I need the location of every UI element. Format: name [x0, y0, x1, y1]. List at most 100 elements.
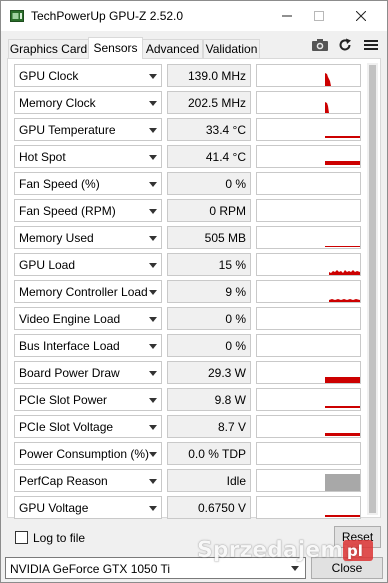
sensor-name-dropdown[interactable]: Fan Speed (RPM): [14, 199, 162, 222]
log-to-file-label: Log to file: [33, 531, 86, 545]
log-to-file-checkbox[interactable]: [15, 531, 28, 544]
sensor-name: Memory Clock: [19, 96, 96, 110]
graph-memused-line: [325, 246, 360, 247]
gpu-z-app-icon: [10, 10, 24, 22]
sensor-value-box: 9 %: [167, 280, 251, 303]
graph-clock-spike: [325, 73, 331, 86]
chevron-down-icon: [149, 452, 157, 457]
sensor-name: Bus Interface Load: [19, 339, 120, 353]
sensor-value: 9 %: [225, 285, 246, 299]
sensor-name-dropdown[interactable]: PCIe Slot Voltage: [14, 415, 162, 438]
sensor-name-dropdown[interactable]: Memory Clock: [14, 91, 162, 114]
sensor-name-dropdown[interactable]: Hot Spot: [14, 145, 162, 168]
sensor-row: Hot Spot 41.4 °C: [14, 145, 361, 169]
sensor-row: Fan Speed (%) 0 %: [14, 172, 361, 196]
screenshot-button[interactable]: [310, 36, 330, 54]
sensor-row: Memory Used 505 MB: [14, 226, 361, 250]
sensor-graph-svg: [325, 377, 360, 383]
sensor-value: 15 %: [218, 258, 246, 272]
chevron-down-icon: [149, 398, 157, 403]
sensor-graph: [256, 145, 361, 168]
sensor-name-dropdown[interactable]: GPU Clock: [14, 64, 162, 87]
sensor-value-box: 15 %: [167, 253, 251, 276]
graph-slotvolt-line: [325, 433, 360, 436]
sensor-value: 33.4 °C: [205, 123, 246, 137]
sensor-graph-svg: [329, 270, 360, 275]
sensor-value-box: 139.0 MHz: [167, 64, 251, 87]
sensor-name-dropdown[interactable]: GPU Temperature: [14, 118, 162, 141]
sensor-row: GPU Temperature 33.4 °C: [14, 118, 361, 142]
tab-advanced[interactable]: Advanced: [142, 39, 203, 58]
sensor-graph-svg: [325, 136, 360, 138]
sensor-graph: [256, 64, 361, 87]
sensor-name-dropdown[interactable]: PCIe Slot Power: [14, 388, 162, 411]
tab-graphics-card[interactable]: Graphics Card: [8, 39, 89, 58]
tab-sensors[interactable]: Sensors: [88, 37, 143, 59]
sensor-value: 29.3 W: [207, 366, 246, 380]
refresh-button[interactable]: [335, 36, 355, 54]
reset-button[interactable]: Reset: [334, 526, 381, 548]
sensor-graph-svg: [325, 433, 360, 436]
sensor-name-dropdown[interactable]: PerfCap Reason: [14, 469, 162, 492]
maximize-button[interactable]: [299, 1, 339, 31]
sensor-name-dropdown[interactable]: Video Engine Load: [14, 307, 162, 330]
sensor-graph: [256, 388, 361, 411]
sensor-name: Video Engine Load: [19, 312, 121, 326]
sensor-graph-svg: [257, 200, 360, 221]
gpu-selector-value: NVIDIA GeForce GTX 1050 Ti: [10, 562, 171, 576]
sensor-value-box: 202.5 MHz: [167, 91, 251, 114]
sensor-graph-svg: [329, 299, 360, 302]
title-bar[interactable]: TechPowerUp GPU-Z 2.52.0: [1, 1, 387, 31]
graph-load-area: [329, 270, 360, 275]
gpu-selector[interactable]: NVIDIA GeForce GTX 1050 Ti: [5, 557, 306, 579]
sensor-name-dropdown[interactable]: GPU Load: [14, 253, 162, 276]
close-window-button[interactable]: [341, 1, 381, 31]
sensor-name: Memory Controller Load: [19, 285, 148, 299]
sensor-graph-svg: [325, 102, 329, 113]
chevron-down-icon: [149, 506, 157, 511]
close-button[interactable]: Close: [311, 557, 383, 579]
minimize-icon: [282, 15, 292, 17]
scrollbar-thumb[interactable]: [369, 65, 376, 513]
sensor-graph: [256, 280, 361, 303]
sensor-graph-svg: [325, 161, 360, 165]
sensor-graph: [256, 496, 361, 519]
sensor-name: PCIe Slot Voltage: [19, 420, 114, 434]
chevron-down-icon: [149, 344, 157, 349]
tab-validation[interactable]: Validation: [203, 39, 260, 58]
sensor-row: Fan Speed (RPM) 0 RPM: [14, 199, 361, 223]
sensor-value-box: 9.8 W: [167, 388, 251, 411]
sensor-name: GPU Load: [19, 258, 76, 272]
graph-temp-line: [325, 136, 360, 138]
sensor-value: 41.4 °C: [205, 150, 246, 164]
sensor-name: GPU Voltage: [19, 501, 89, 515]
chevron-down-icon: [149, 74, 157, 79]
sensor-name-dropdown[interactable]: Bus Interface Load: [14, 334, 162, 357]
menu-button[interactable]: [361, 36, 381, 54]
sensor-graph-svg: [257, 308, 360, 329]
sensor-name-dropdown[interactable]: Power Consumption (%): [14, 442, 162, 465]
sensor-row: Bus Interface Load 0 %: [14, 334, 361, 358]
chevron-down-icon: [149, 263, 157, 268]
sensor-row: Video Engine Load 0 %: [14, 307, 361, 331]
sensor-scrollbar[interactable]: [367, 63, 378, 515]
sensor-graph-svg: [257, 443, 360, 464]
sensor-value: 0 %: [225, 177, 246, 191]
sensor-row: Board Power Draw 29.3 W: [14, 361, 361, 385]
sensor-name-dropdown[interactable]: Memory Used: [14, 226, 162, 249]
sensor-row: PCIe Slot Power 9.8 W: [14, 388, 361, 412]
sensor-graph: [256, 226, 361, 249]
refresh-icon: [339, 38, 351, 51]
menu-icon: [364, 40, 378, 50]
sensor-name-dropdown[interactable]: Board Power Draw: [14, 361, 162, 384]
graph-power-area: [325, 377, 360, 383]
sensor-graph: [256, 334, 361, 357]
sensor-row: Power Consumption (%) 0.0 % TDP: [14, 442, 361, 466]
chevron-down-icon: [149, 236, 157, 241]
sensor-row: PCIe Slot Voltage 8.7 V: [14, 415, 361, 439]
sensor-graph-svg: [325, 73, 331, 86]
sensor-name: Fan Speed (%): [19, 177, 100, 191]
sensor-name-dropdown[interactable]: GPU Voltage: [14, 496, 162, 519]
sensor-name-dropdown[interactable]: Memory Controller Load: [14, 280, 162, 303]
sensor-name-dropdown[interactable]: Fan Speed (%): [14, 172, 162, 195]
